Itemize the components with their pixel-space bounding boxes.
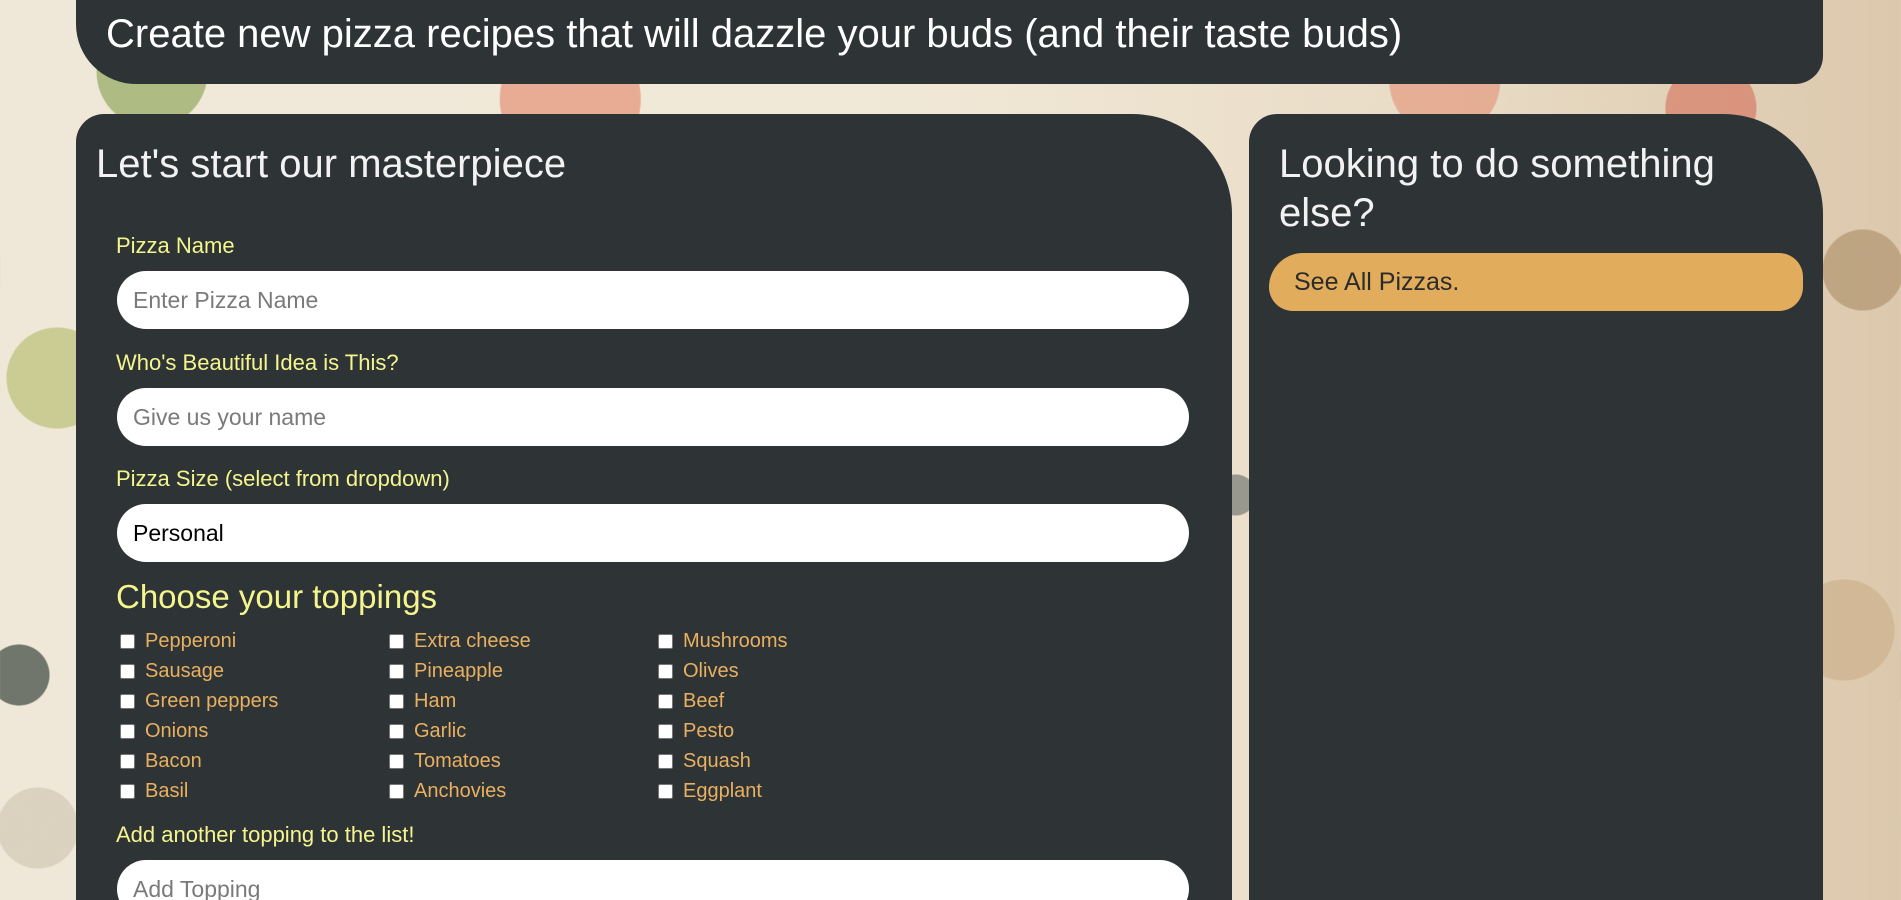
- topping-checkbox[interactable]: [389, 783, 404, 799]
- topping-option[interactable]: Squash: [654, 746, 914, 776]
- sidebar-title: Looking to do something else?: [1279, 142, 1715, 235]
- topping-checkbox[interactable]: [389, 723, 404, 739]
- creator-name-input[interactable]: [117, 388, 1189, 446]
- topping-checkbox[interactable]: [658, 633, 673, 649]
- header-banner: Create new pizza recipes that will dazzl…: [76, 0, 1823, 84]
- topping-checkbox[interactable]: [389, 693, 404, 709]
- topping-label: Ham: [414, 689, 457, 712]
- form-title: Let's start our masterpiece: [96, 142, 567, 186]
- see-all-pizzas-button[interactable]: See All Pizzas.: [1269, 253, 1803, 311]
- topping-option[interactable]: Eggplant: [654, 776, 914, 806]
- topping-checkbox[interactable]: [389, 633, 404, 649]
- pizza-size-label: Pizza Size (select from dropdown): [116, 466, 450, 491]
- topping-label: Extra cheese: [414, 629, 531, 652]
- topping-label: Mushrooms: [683, 629, 788, 652]
- topping-option[interactable]: Green peppers: [116, 686, 376, 716]
- topping-option[interactable]: Anchovies: [385, 776, 645, 806]
- page-title: Create new pizza recipes that will dazzl…: [106, 12, 1403, 56]
- topping-label: Green peppers: [145, 689, 279, 712]
- toppings-column-3: Mushrooms Olives Beef Pesto Squash Eggpl…: [654, 626, 914, 806]
- topping-label: Tomatoes: [414, 749, 501, 772]
- topping-label: Sausage: [145, 659, 224, 682]
- topping-label: Eggplant: [683, 779, 762, 802]
- topping-option[interactable]: Ham: [385, 686, 645, 716]
- pizza-size-selected: Personal: [133, 519, 224, 546]
- toppings-column-1: Pepperoni Sausage Green peppers Onions B…: [116, 626, 376, 806]
- topping-checkbox[interactable]: [120, 663, 135, 679]
- topping-option[interactable]: Garlic: [385, 716, 645, 746]
- topping-label: Pineapple: [414, 659, 503, 682]
- topping-option[interactable]: Extra cheese: [385, 626, 645, 656]
- sidebar-card: Looking to do something else? See All Pi…: [1249, 114, 1823, 900]
- topping-checkbox[interactable]: [658, 723, 673, 739]
- topping-option[interactable]: Basil: [116, 776, 376, 806]
- toppings-heading: Choose your toppings: [116, 578, 438, 615]
- topping-label: Bacon: [145, 749, 202, 772]
- topping-option[interactable]: Olives: [654, 656, 914, 686]
- pizza-size-select[interactable]: Personal: [117, 504, 1189, 562]
- topping-option[interactable]: Beef: [654, 686, 914, 716]
- pizza-name-label: Pizza Name: [116, 233, 235, 258]
- topping-checkbox[interactable]: [658, 783, 673, 799]
- topping-option[interactable]: Pineapple: [385, 656, 645, 686]
- topping-option[interactable]: Pepperoni: [116, 626, 376, 656]
- toppings-column-2: Extra cheese Pineapple Ham Garlic Tomato…: [385, 626, 645, 806]
- topping-label: Squash: [683, 749, 751, 772]
- add-topping-label: Add another topping to the list!: [116, 822, 415, 847]
- topping-option[interactable]: Bacon: [116, 746, 376, 776]
- topping-checkbox[interactable]: [658, 693, 673, 709]
- topping-checkbox[interactable]: [120, 693, 135, 709]
- topping-label: Beef: [683, 689, 725, 712]
- topping-label: Onions: [145, 719, 209, 742]
- topping-option[interactable]: Onions: [116, 716, 376, 746]
- topping-checkbox[interactable]: [120, 723, 135, 739]
- create-pizza-form: Let's start our masterpiece Pizza Name W…: [76, 114, 1232, 900]
- topping-checkbox[interactable]: [120, 753, 135, 769]
- topping-label: Olives: [683, 659, 739, 682]
- topping-label: Anchovies: [414, 779, 507, 802]
- topping-checkbox[interactable]: [120, 633, 135, 649]
- creator-name-label: Who's Beautiful Idea is This?: [116, 350, 399, 375]
- topping-option[interactable]: Tomatoes: [385, 746, 645, 776]
- add-topping-input[interactable]: [117, 860, 1189, 900]
- topping-option[interactable]: Sausage: [116, 656, 376, 686]
- topping-option[interactable]: Mushrooms: [654, 626, 914, 656]
- topping-label: Garlic: [414, 719, 467, 742]
- topping-label: Pesto: [683, 719, 735, 742]
- topping-checkbox[interactable]: [120, 783, 135, 799]
- topping-checkbox[interactable]: [658, 753, 673, 769]
- topping-checkbox[interactable]: [389, 753, 404, 769]
- pizza-name-input[interactable]: [117, 271, 1189, 329]
- topping-checkbox[interactable]: [389, 663, 404, 679]
- topping-checkbox[interactable]: [658, 663, 673, 679]
- topping-label: Basil: [145, 779, 189, 802]
- topping-option[interactable]: Pesto: [654, 716, 914, 746]
- topping-label: Pepperoni: [145, 629, 237, 652]
